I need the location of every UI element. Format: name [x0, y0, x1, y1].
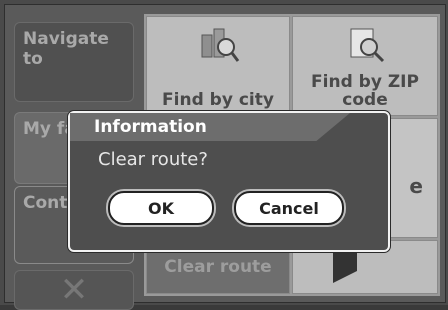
navigate-to-label: Navigate to [23, 29, 109, 69]
dialog-message: Clear route? [98, 149, 208, 170]
city-search-icon [201, 28, 240, 62]
ok-button[interactable]: OK [108, 191, 214, 225]
close-icon: ✕ [59, 270, 89, 310]
dialog-title: Information [70, 113, 350, 141]
nav-screen: Navigate to My fav Cont ✕ Find by city F… [0, 0, 448, 310]
close-button[interactable]: ✕ [14, 270, 134, 310]
information-dialog: Information Clear route? OK Cancel [68, 111, 390, 252]
find-by-city-tile[interactable]: Find by city [146, 16, 290, 116]
continue-label: Cont [23, 193, 68, 213]
find-by-zip-label: Find by ZIP code [311, 72, 419, 110]
find-by-city-label: Find by city [162, 90, 274, 110]
find-by-zip-tile[interactable]: Find by ZIP code [292, 16, 438, 116]
zip-search-icon [350, 28, 385, 63]
hidden-tile-right-label: e [409, 174, 423, 198]
clear-route-label: Clear route [164, 257, 272, 277]
cancel-button[interactable]: Cancel [234, 191, 344, 225]
navigate-to-button[interactable]: Navigate to [14, 22, 134, 102]
